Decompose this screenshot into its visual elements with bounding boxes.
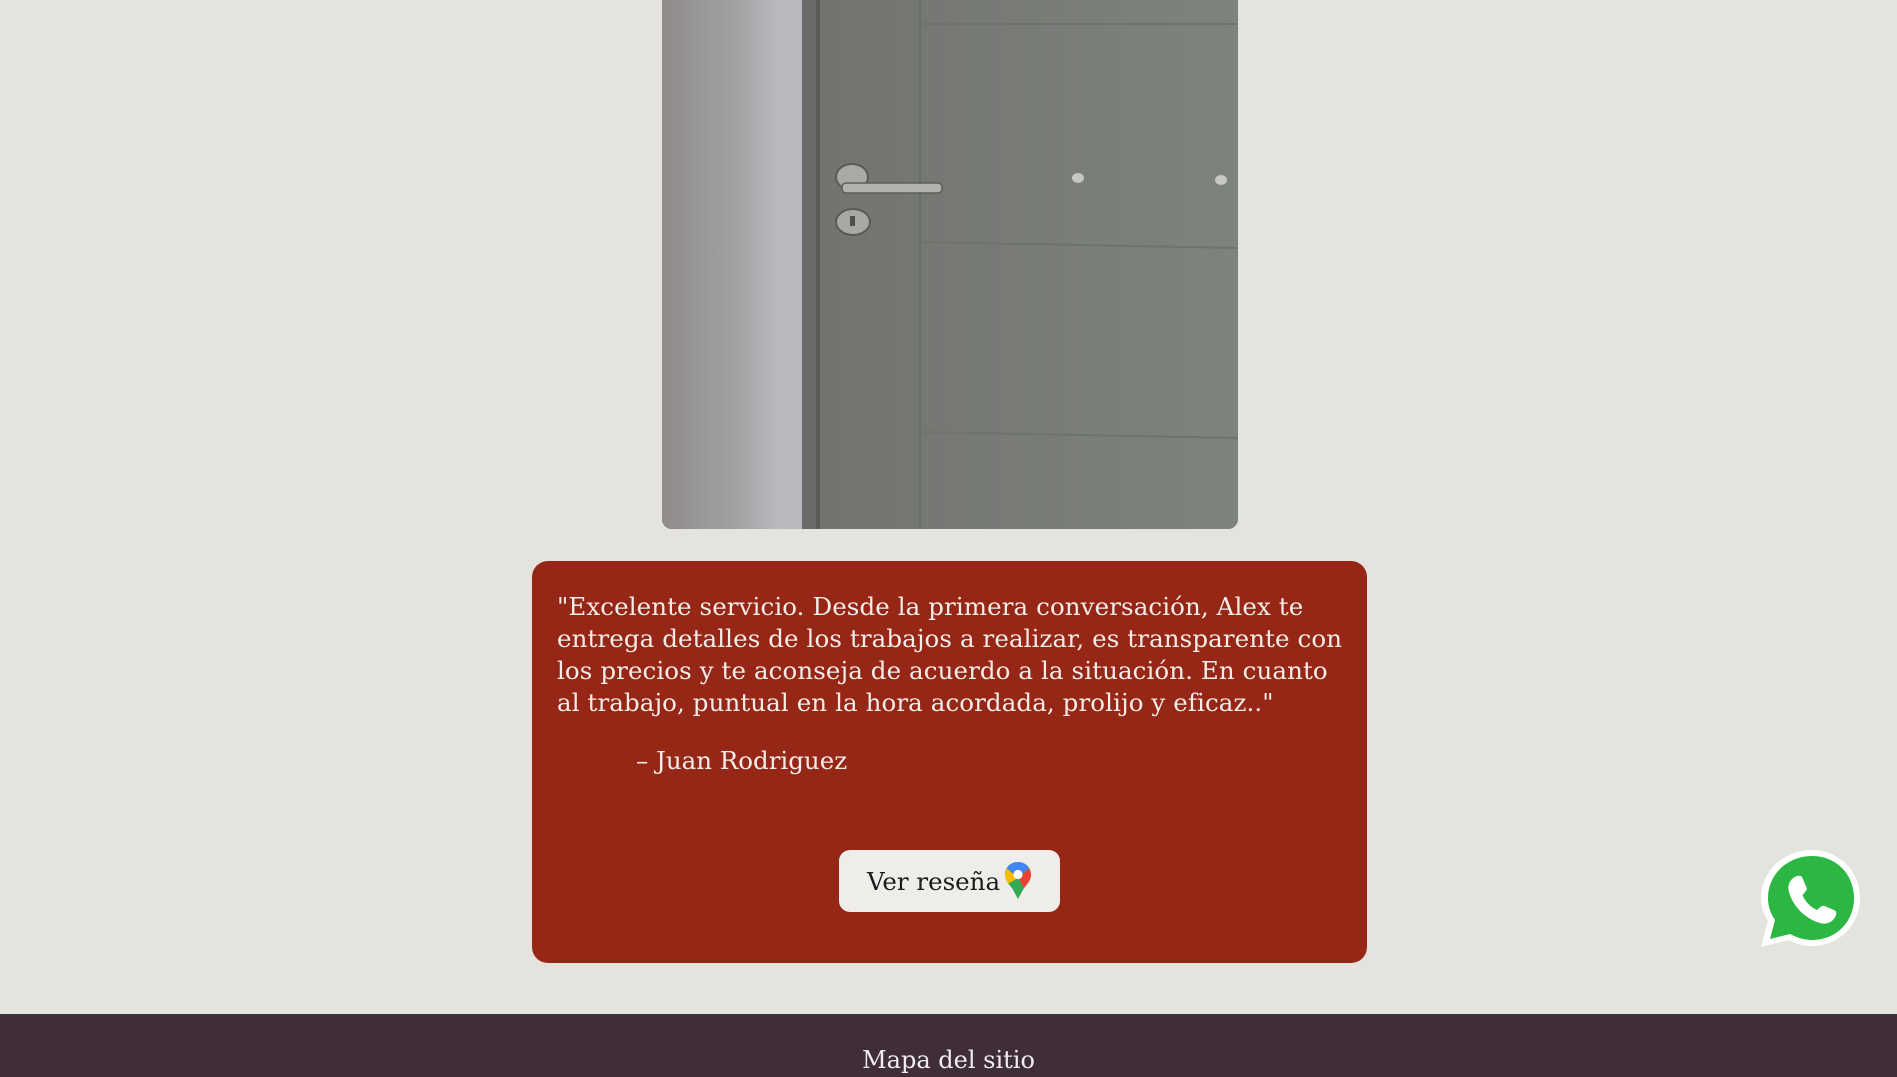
whatsapp-icon — [1761, 850, 1860, 947]
whatsapp-button[interactable] — [1756, 846, 1866, 956]
door-image — [662, 0, 1238, 529]
sitemap-link[interactable]: Mapa del sitio — [0, 1045, 1897, 1075]
footer: Mapa del sitio — [0, 1014, 1897, 1077]
page: "Excelente servicio. Desde la primera co… — [0, 0, 1897, 1077]
view-review-label: Ver reseña — [866, 866, 1001, 896]
review-text: "Excelente servicio. Desde la primera co… — [557, 592, 1343, 717]
door-photo — [662, 0, 1238, 529]
view-review-button[interactable]: Ver reseña — [839, 850, 1060, 912]
review-author: – Juan Rodriguez — [636, 746, 848, 775]
review-card: "Excelente servicio. Desde la primera co… — [532, 561, 1367, 963]
google-maps-pin-icon — [1004, 861, 1032, 901]
